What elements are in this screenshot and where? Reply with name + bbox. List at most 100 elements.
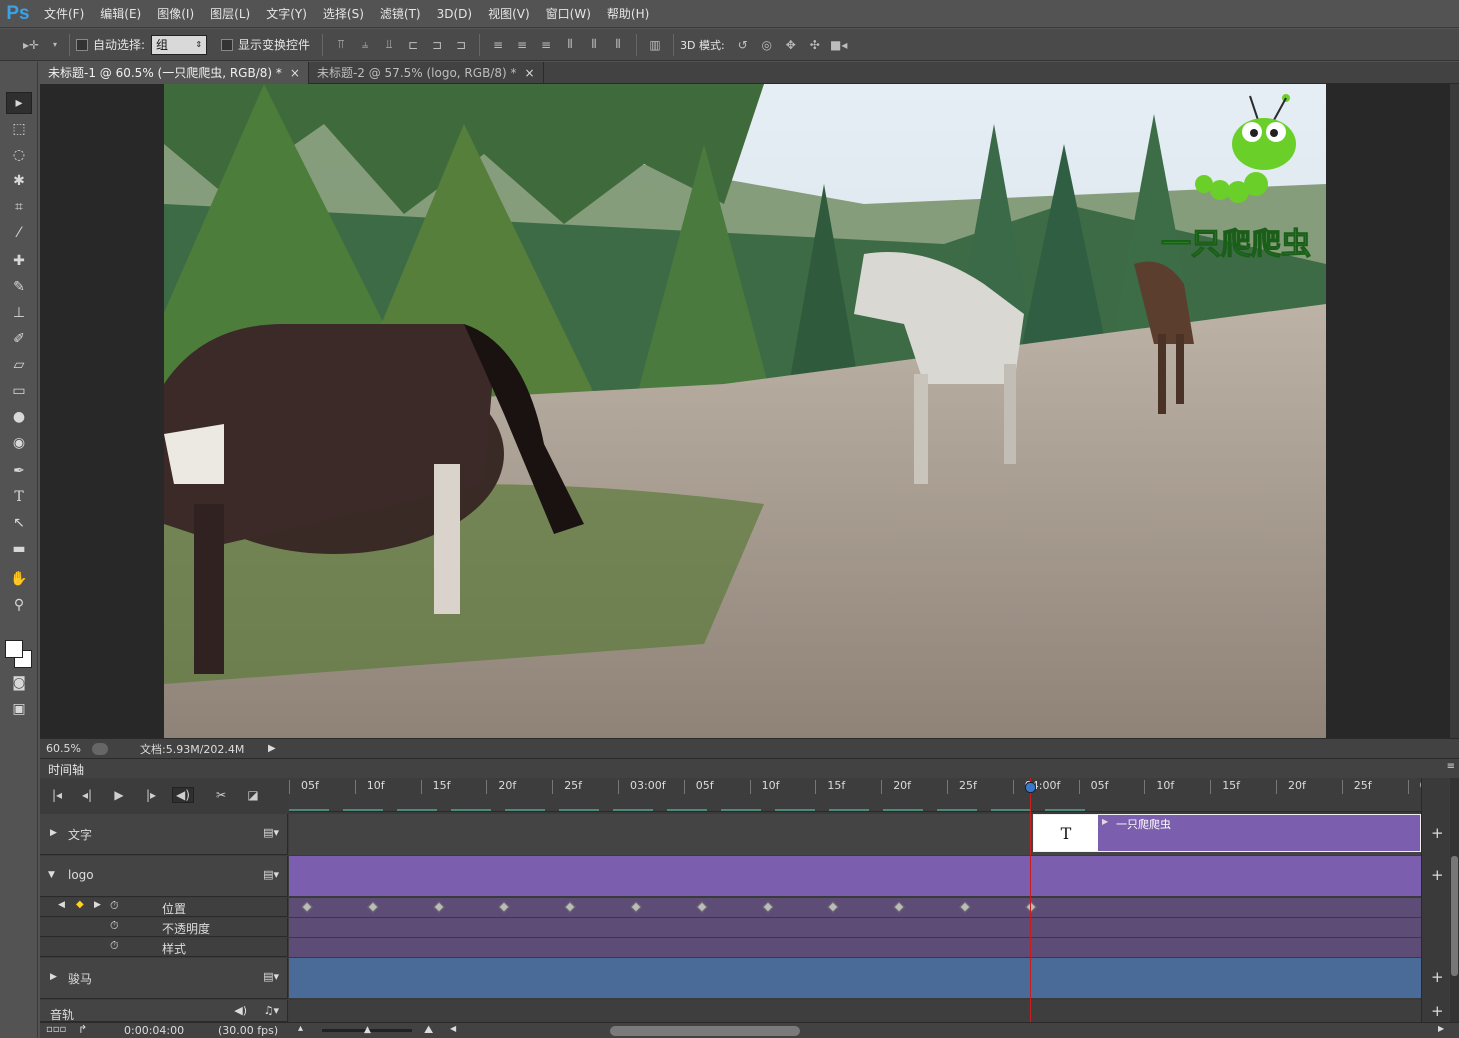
dodge-tool-icon[interactable]: ◉ (6, 432, 32, 454)
align-right-icon[interactable]: ⊐ (452, 37, 470, 53)
zoom-in-icon[interactable]: ⛰ (424, 1023, 433, 1037)
tab-document-1[interactable]: 未标题-1 @ 60.5% (一只爬爬虫, RGB/8) * × (40, 62, 309, 84)
show-transform-checkbox[interactable] (221, 38, 234, 51)
audio-icon[interactable]: ◀) (172, 787, 194, 803)
move-tool-icon[interactable]: ▸✛ (18, 37, 44, 53)
rectangle-tool-icon[interactable]: ▬ (6, 538, 32, 560)
gradient-tool-icon[interactable]: ▭ (6, 380, 32, 402)
menu-window[interactable]: 窗口(W) (538, 0, 599, 28)
stamp-tool-icon[interactable]: ⊥ (6, 302, 32, 324)
track-logo[interactable]: ▼ logo ▤▾ (40, 856, 288, 897)
film-strip-icon[interactable]: ▤▾ (263, 868, 279, 881)
stopwatch-icon[interactable]: ⏱ (110, 919, 119, 933)
add-media-icon[interactable]: + (1431, 968, 1444, 986)
timeline-title[interactable]: 时间轴 (48, 761, 84, 778)
logo-clip[interactable] (289, 856, 1421, 896)
pen-tool-icon[interactable]: ✒ (6, 460, 32, 482)
keyframe-marker[interactable] (498, 901, 511, 913)
render-video-icon[interactable]: ▫▫▫ (46, 1024, 66, 1035)
menu-3d[interactable]: 3D(D) (429, 0, 480, 28)
tab-document-2[interactable]: 未标题-2 @ 57.5% (logo, RGB/8) * × (309, 62, 544, 84)
align-top-icon[interactable]: ⫪ (332, 37, 350, 53)
prop-opacity[interactable]: ⏱ 不透明度 (40, 918, 288, 937)
track-audio[interactable]: 音轨 ◀) ♫▾ (40, 1000, 288, 1022)
film-strip-icon[interactable]: ▤▾ (263, 970, 279, 983)
auto-select-dropdown[interactable]: 组 ⇕ (151, 34, 208, 55)
keyframe-marker[interactable] (893, 901, 905, 913)
add-keyframe-icon[interactable]: ◆ (76, 899, 84, 910)
distribute-right-icon[interactable]: ⦀ (609, 37, 627, 53)
expand-arrow-icon[interactable]: ▶ (50, 972, 57, 982)
add-audio-icon[interactable]: + (1431, 1002, 1444, 1020)
music-note-icon[interactable]: ♫▾ (264, 1004, 279, 1017)
keyframe-marker[interactable] (432, 901, 445, 913)
prev-keyframe-icon[interactable]: ◀ (58, 900, 65, 910)
eyedropper-icon[interactable]: ⁄ (6, 222, 32, 244)
video-clip[interactable] (289, 958, 1421, 998)
transition-icon[interactable]: ◪ (242, 787, 264, 803)
screen-mode-icon[interactable]: ▣ (6, 698, 32, 720)
mute-icon[interactable]: ◀) (234, 1004, 247, 1017)
menu-filter[interactable]: 滤镜(T) (372, 0, 429, 28)
menu-view[interactable]: 视图(V) (480, 0, 538, 28)
vertical-scrollbar[interactable] (1450, 84, 1459, 738)
timeline-zoom-slider[interactable]: ▲ (322, 1025, 412, 1035)
stopwatch-icon[interactable]: ⏱ (110, 939, 119, 953)
keyframe-marker[interactable] (761, 901, 774, 913)
keyframe-marker[interactable] (696, 901, 708, 913)
add-media-icon[interactable]: + (1431, 866, 1444, 884)
type-tool-icon[interactable]: T (6, 486, 32, 508)
menu-edit[interactable]: 编辑(E) (92, 0, 149, 28)
magic-wand-icon[interactable]: ✱ (6, 170, 32, 192)
zoom-level[interactable]: 60.5% (46, 742, 92, 755)
keyframe-marker[interactable] (367, 901, 379, 913)
horizontal-scroll-thumb[interactable] (610, 1026, 800, 1036)
scroll-right-icon[interactable]: ▶ (1438, 1024, 1444, 1033)
timeline-tracks-area[interactable]: 05f 10f 15f 20f 25f 03:00f 05f 10f 15f 20f 25f 04:0… (289, 778, 1434, 1022)
zoom-slider-thumb[interactable]: ▲ (364, 1025, 371, 1035)
auto-align-icon[interactable]: ▥ (646, 37, 664, 53)
keyframe-marker[interactable] (564, 901, 576, 913)
menu-image[interactable]: 图像(I) (149, 0, 202, 28)
play-icon[interactable]: ▶ (108, 787, 130, 803)
scroll-thumb[interactable] (1451, 856, 1458, 976)
film-strip-icon[interactable]: ▤▾ (263, 826, 279, 839)
menu-select[interactable]: 选择(S) (315, 0, 372, 28)
track-video[interactable]: ▶ 骏马 ▤▾ (40, 958, 288, 999)
keyframe-marker[interactable] (827, 901, 840, 913)
hand-tool-icon[interactable]: ✋ (6, 568, 32, 590)
auto-select-checkbox[interactable] (76, 38, 88, 51)
split-scissors-icon[interactable]: ✂ (210, 787, 232, 803)
clip-expand-icon[interactable]: ▶ (1102, 817, 1108, 826)
timeline-vertical-scrollbar[interactable] (1450, 778, 1459, 1022)
panel-menu-icon[interactable]: ≡ (1447, 761, 1455, 772)
next-frame-icon[interactable]: |▸ (140, 787, 162, 803)
foreground-color-swatch[interactable] (5, 640, 23, 658)
status-info-icon[interactable] (92, 742, 108, 755)
stopwatch-icon[interactable]: ⏱ (110, 899, 119, 913)
opacity-lane[interactable] (289, 918, 1421, 937)
status-menu-icon[interactable]: ▶ (268, 743, 276, 754)
menu-layer[interactable]: 图层(L) (202, 0, 258, 28)
eraser-tool-icon[interactable]: ▱ (6, 354, 32, 376)
add-media-icon[interactable]: + (1431, 824, 1444, 842)
zoom-out-icon[interactable]: ▴ (298, 1023, 303, 1034)
move-tool-icon[interactable]: ▸ (6, 92, 32, 114)
convert-frames-icon[interactable]: ↱ (78, 1023, 87, 1036)
crop-tool-icon[interactable]: ⌗ (6, 196, 32, 218)
menu-type[interactable]: 文字(Y) (258, 0, 315, 28)
prop-style[interactable]: ⏱ 样式 (40, 938, 288, 957)
chevron-down-icon[interactable]: ▾ (50, 37, 60, 53)
style-lane[interactable] (289, 938, 1421, 957)
path-select-icon[interactable]: ↖ (6, 512, 32, 534)
roll-3d-icon[interactable]: ◎ (758, 37, 776, 53)
distribute-top-icon[interactable]: ≡ (489, 37, 507, 53)
scroll-left-icon[interactable]: ◀ (450, 1024, 456, 1033)
close-icon[interactable]: × (290, 66, 300, 80)
align-bottom-icon[interactable]: ⫫ (380, 37, 398, 53)
keyframe-marker[interactable] (959, 901, 971, 913)
scale-3d-icon[interactable]: ■◂ (830, 37, 848, 53)
rotate-3d-icon[interactable]: ↺ (734, 37, 752, 53)
marquee-tool-icon[interactable]: ⬚ (6, 118, 32, 140)
lasso-tool-icon[interactable]: ◌ (6, 144, 32, 166)
